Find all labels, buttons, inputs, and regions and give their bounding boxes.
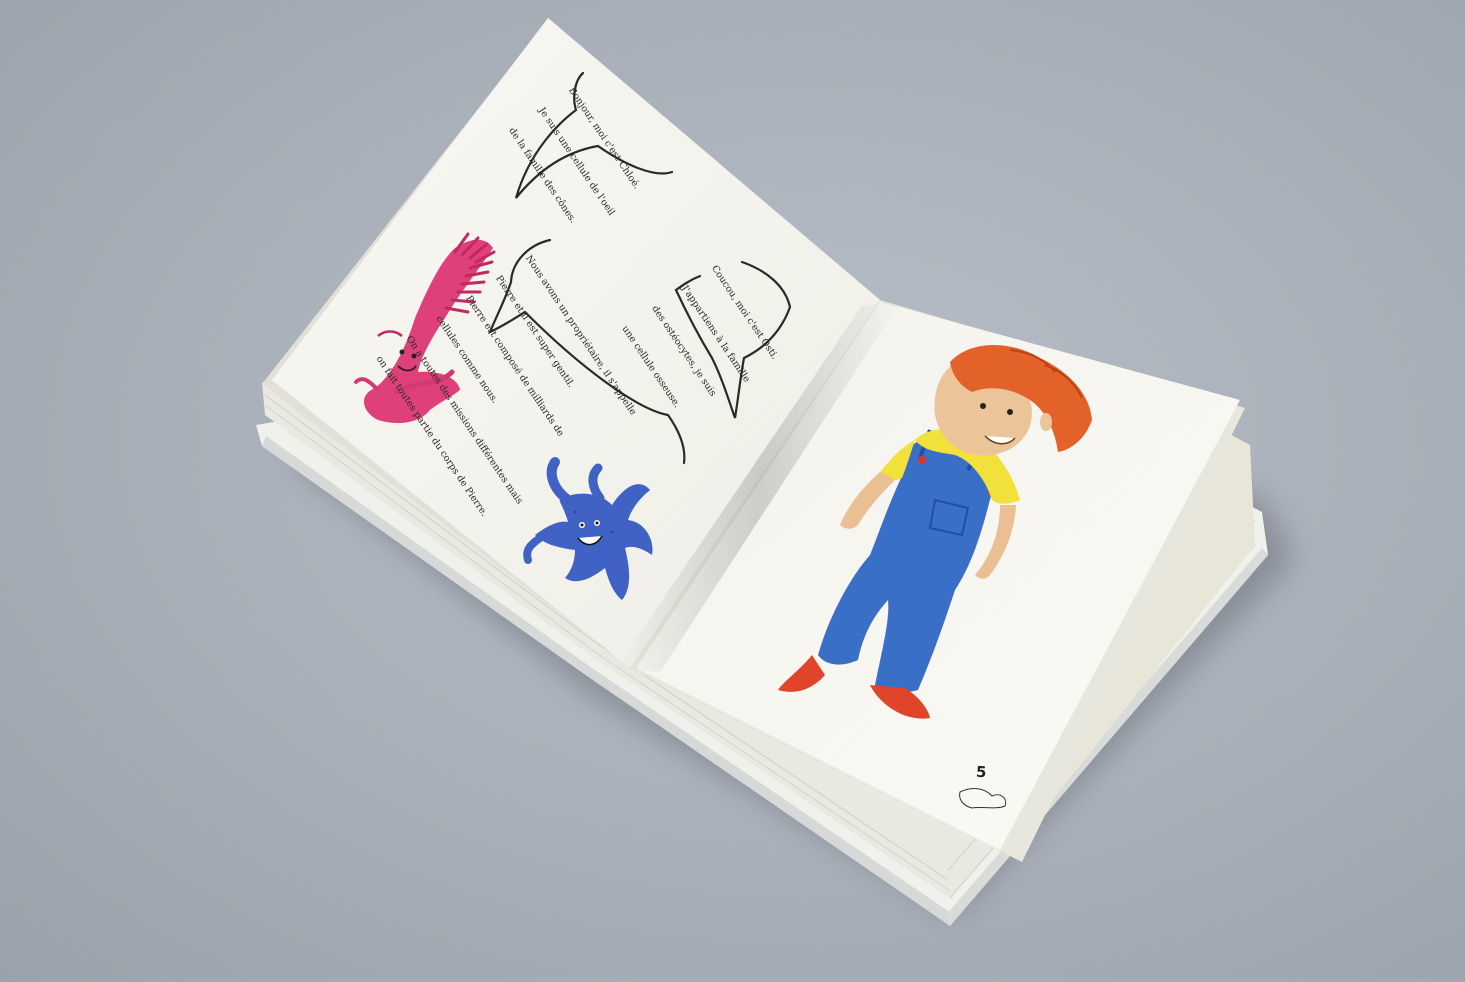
photo-scene: Bonjour, moi c'est Chloé. Je suis une ce… bbox=[0, 0, 1465, 978]
page-number: 5 bbox=[975, 762, 987, 782]
book-photo bbox=[256, 18, 1295, 926]
bubble-text-line: Je suis une cellule de l'oeil bbox=[536, 105, 617, 218]
